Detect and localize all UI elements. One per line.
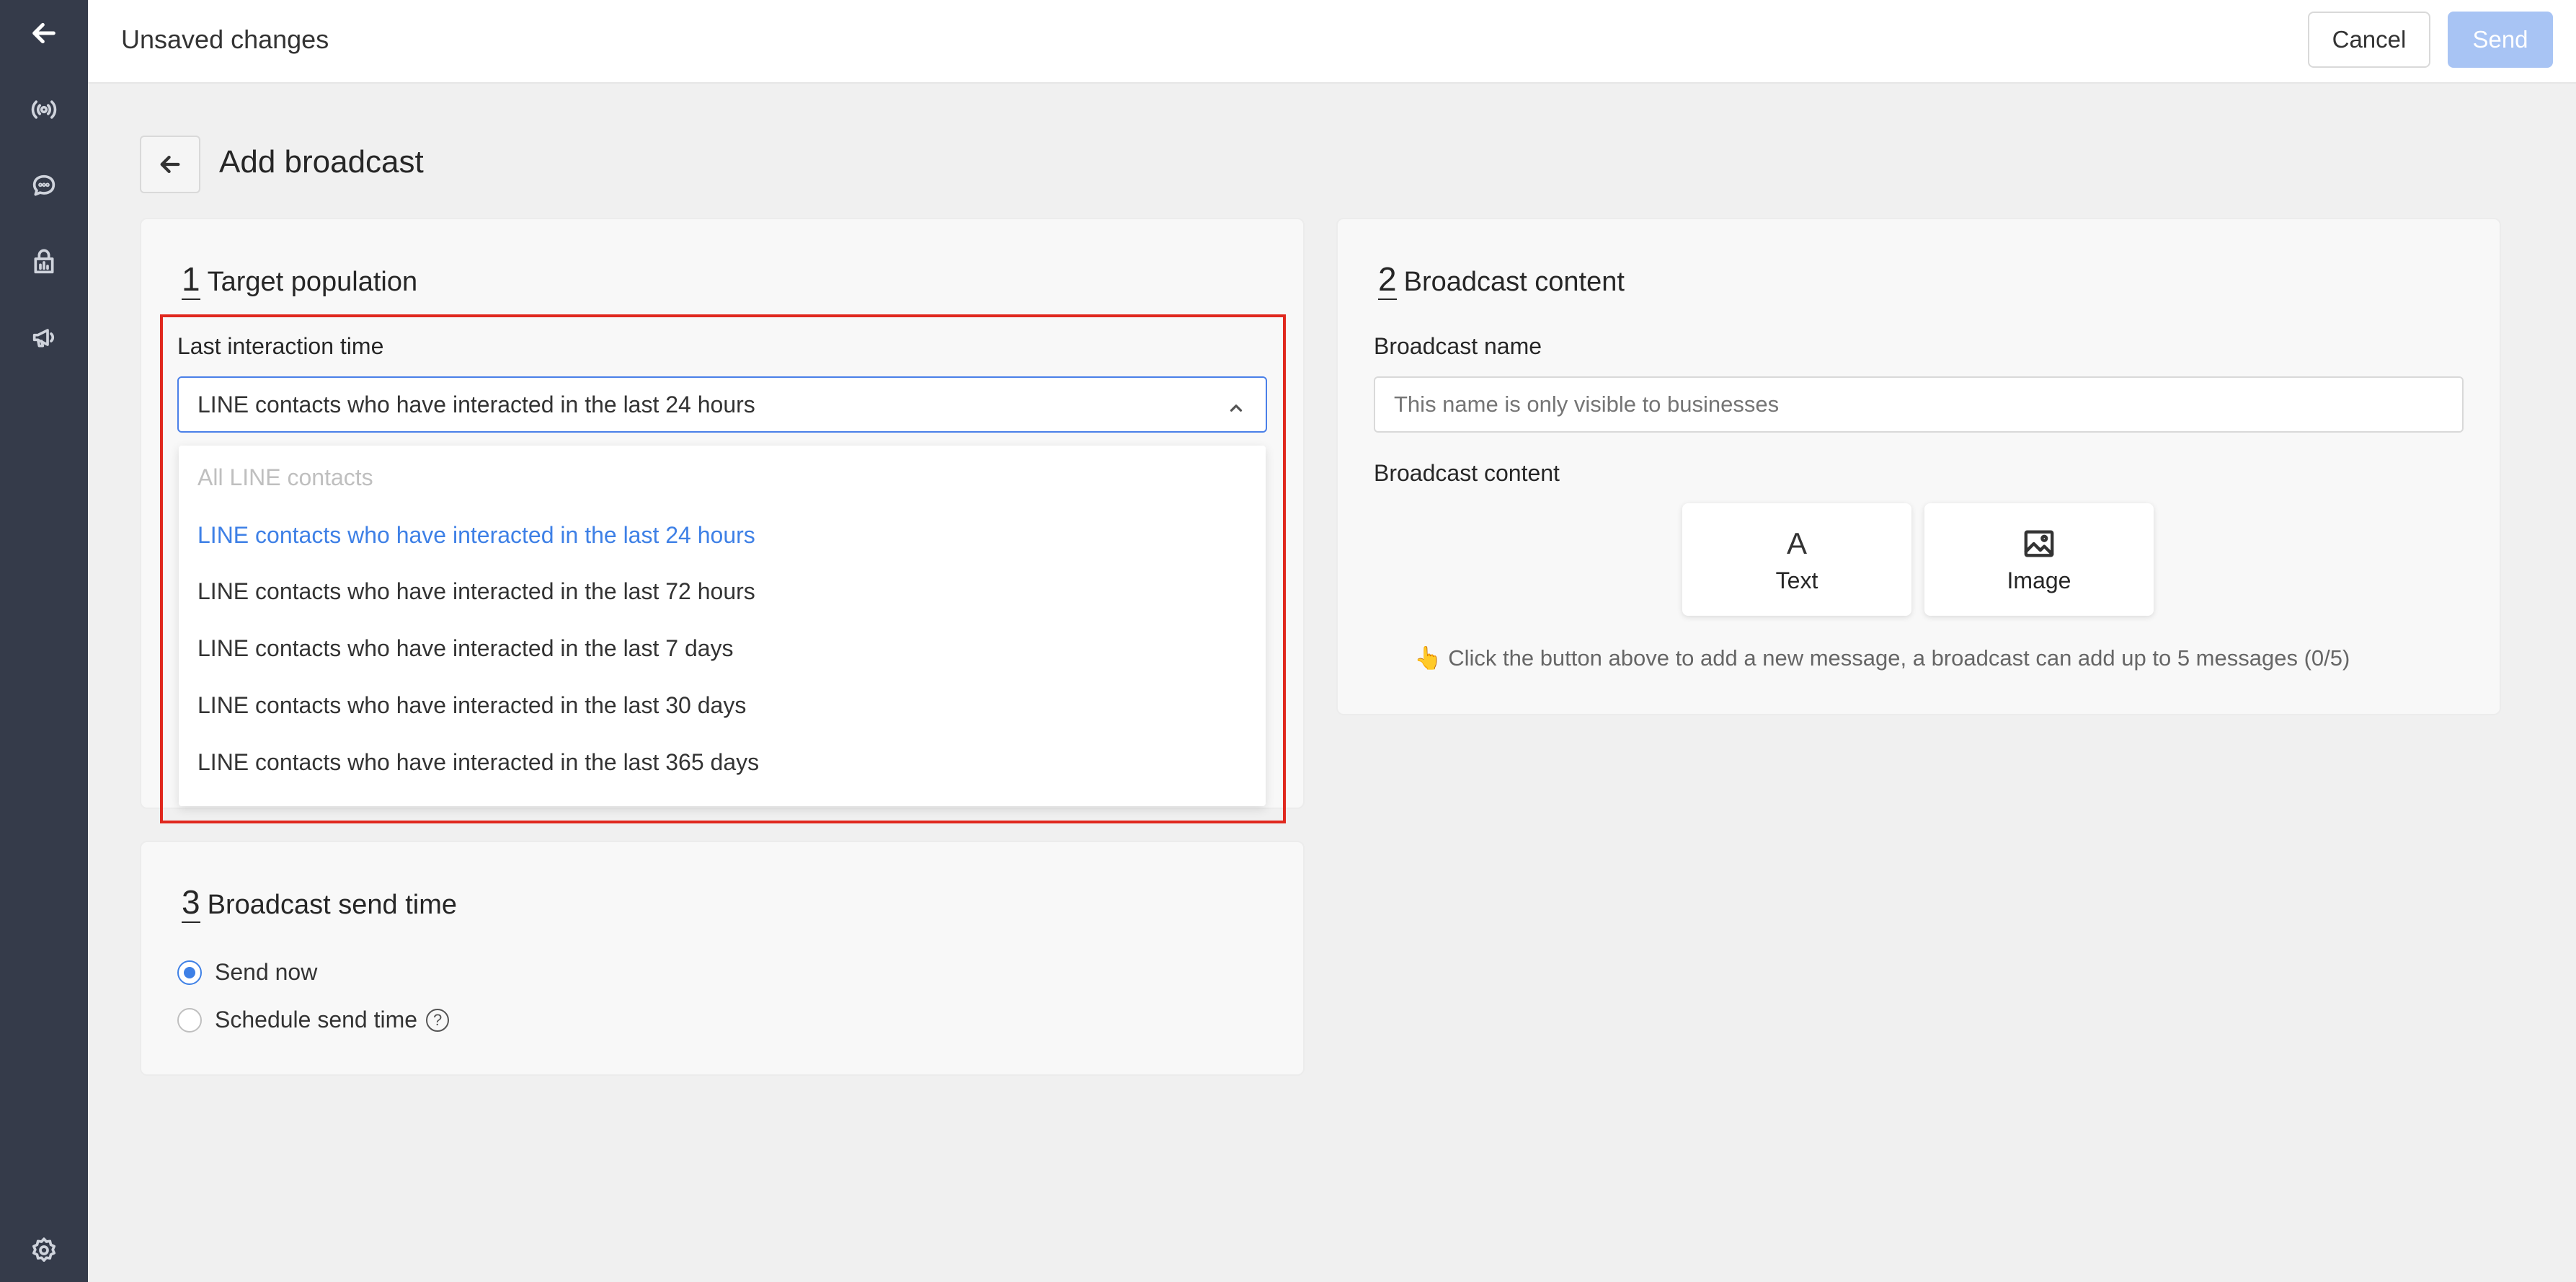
highlight-box (160, 314, 1286, 823)
section-title: Broadcast content (1403, 267, 1625, 297)
schedule-send-option[interactable]: Schedule send time ? (177, 1007, 450, 1033)
tile-label: Text (1775, 567, 1818, 593)
section-number: 1 (182, 262, 200, 300)
image-icon (2022, 526, 2056, 562)
radio-button[interactable] (177, 960, 202, 985)
broadcast-name-label: Broadcast name (1374, 333, 1542, 359)
sidebar (0, 0, 88, 1282)
send-button[interactable]: Send (2448, 12, 2553, 68)
section-number: 2 (1378, 262, 1397, 300)
add-text-button[interactable]: A Text (1682, 503, 1911, 616)
page-title: Add broadcast (219, 144, 424, 180)
broadcast-content-label: Broadcast content (1374, 460, 1560, 486)
section-number: 3 (182, 885, 200, 923)
send-now-option[interactable]: Send now (177, 959, 317, 986)
megaphone-icon[interactable] (27, 320, 61, 355)
help-icon[interactable]: ? (426, 1008, 450, 1032)
page-back-button[interactable] (140, 136, 200, 193)
tile-label: Image (2007, 567, 2071, 593)
back-arrow-icon (160, 155, 180, 174)
send-time-heading: 3 Broadcast send time (182, 885, 457, 923)
broadcast-content-heading: 2 Broadcast content (1378, 262, 1625, 300)
chat-icon[interactable] (27, 169, 61, 203)
send-time-card (140, 841, 1305, 1076)
broadcast-icon[interactable] (27, 92, 61, 127)
store-icon[interactable] (27, 245, 61, 280)
gear-icon[interactable] (27, 1233, 61, 1268)
radio-button[interactable] (177, 1007, 202, 1033)
target-population-heading: 1 Target population (182, 262, 417, 300)
add-image-button[interactable]: Image (1924, 503, 2154, 616)
add-message-hint: 👆 Click the button above to add a new me… (1414, 645, 2350, 671)
section-title: Broadcast send time (207, 890, 457, 920)
back-arrow-icon[interactable] (27, 16, 61, 50)
text-icon: A (1786, 526, 1807, 560)
top-bar: Unsaved changes Cancel Send (88, 0, 2576, 84)
broadcast-name-input[interactable] (1374, 376, 2464, 433)
cancel-button[interactable]: Cancel (2308, 12, 2430, 68)
unsaved-changes-label: Unsaved changes (121, 25, 329, 54)
radio-label: Send now (215, 959, 318, 985)
radio-label: Schedule send time (215, 1007, 418, 1033)
section-title: Target population (207, 267, 418, 297)
